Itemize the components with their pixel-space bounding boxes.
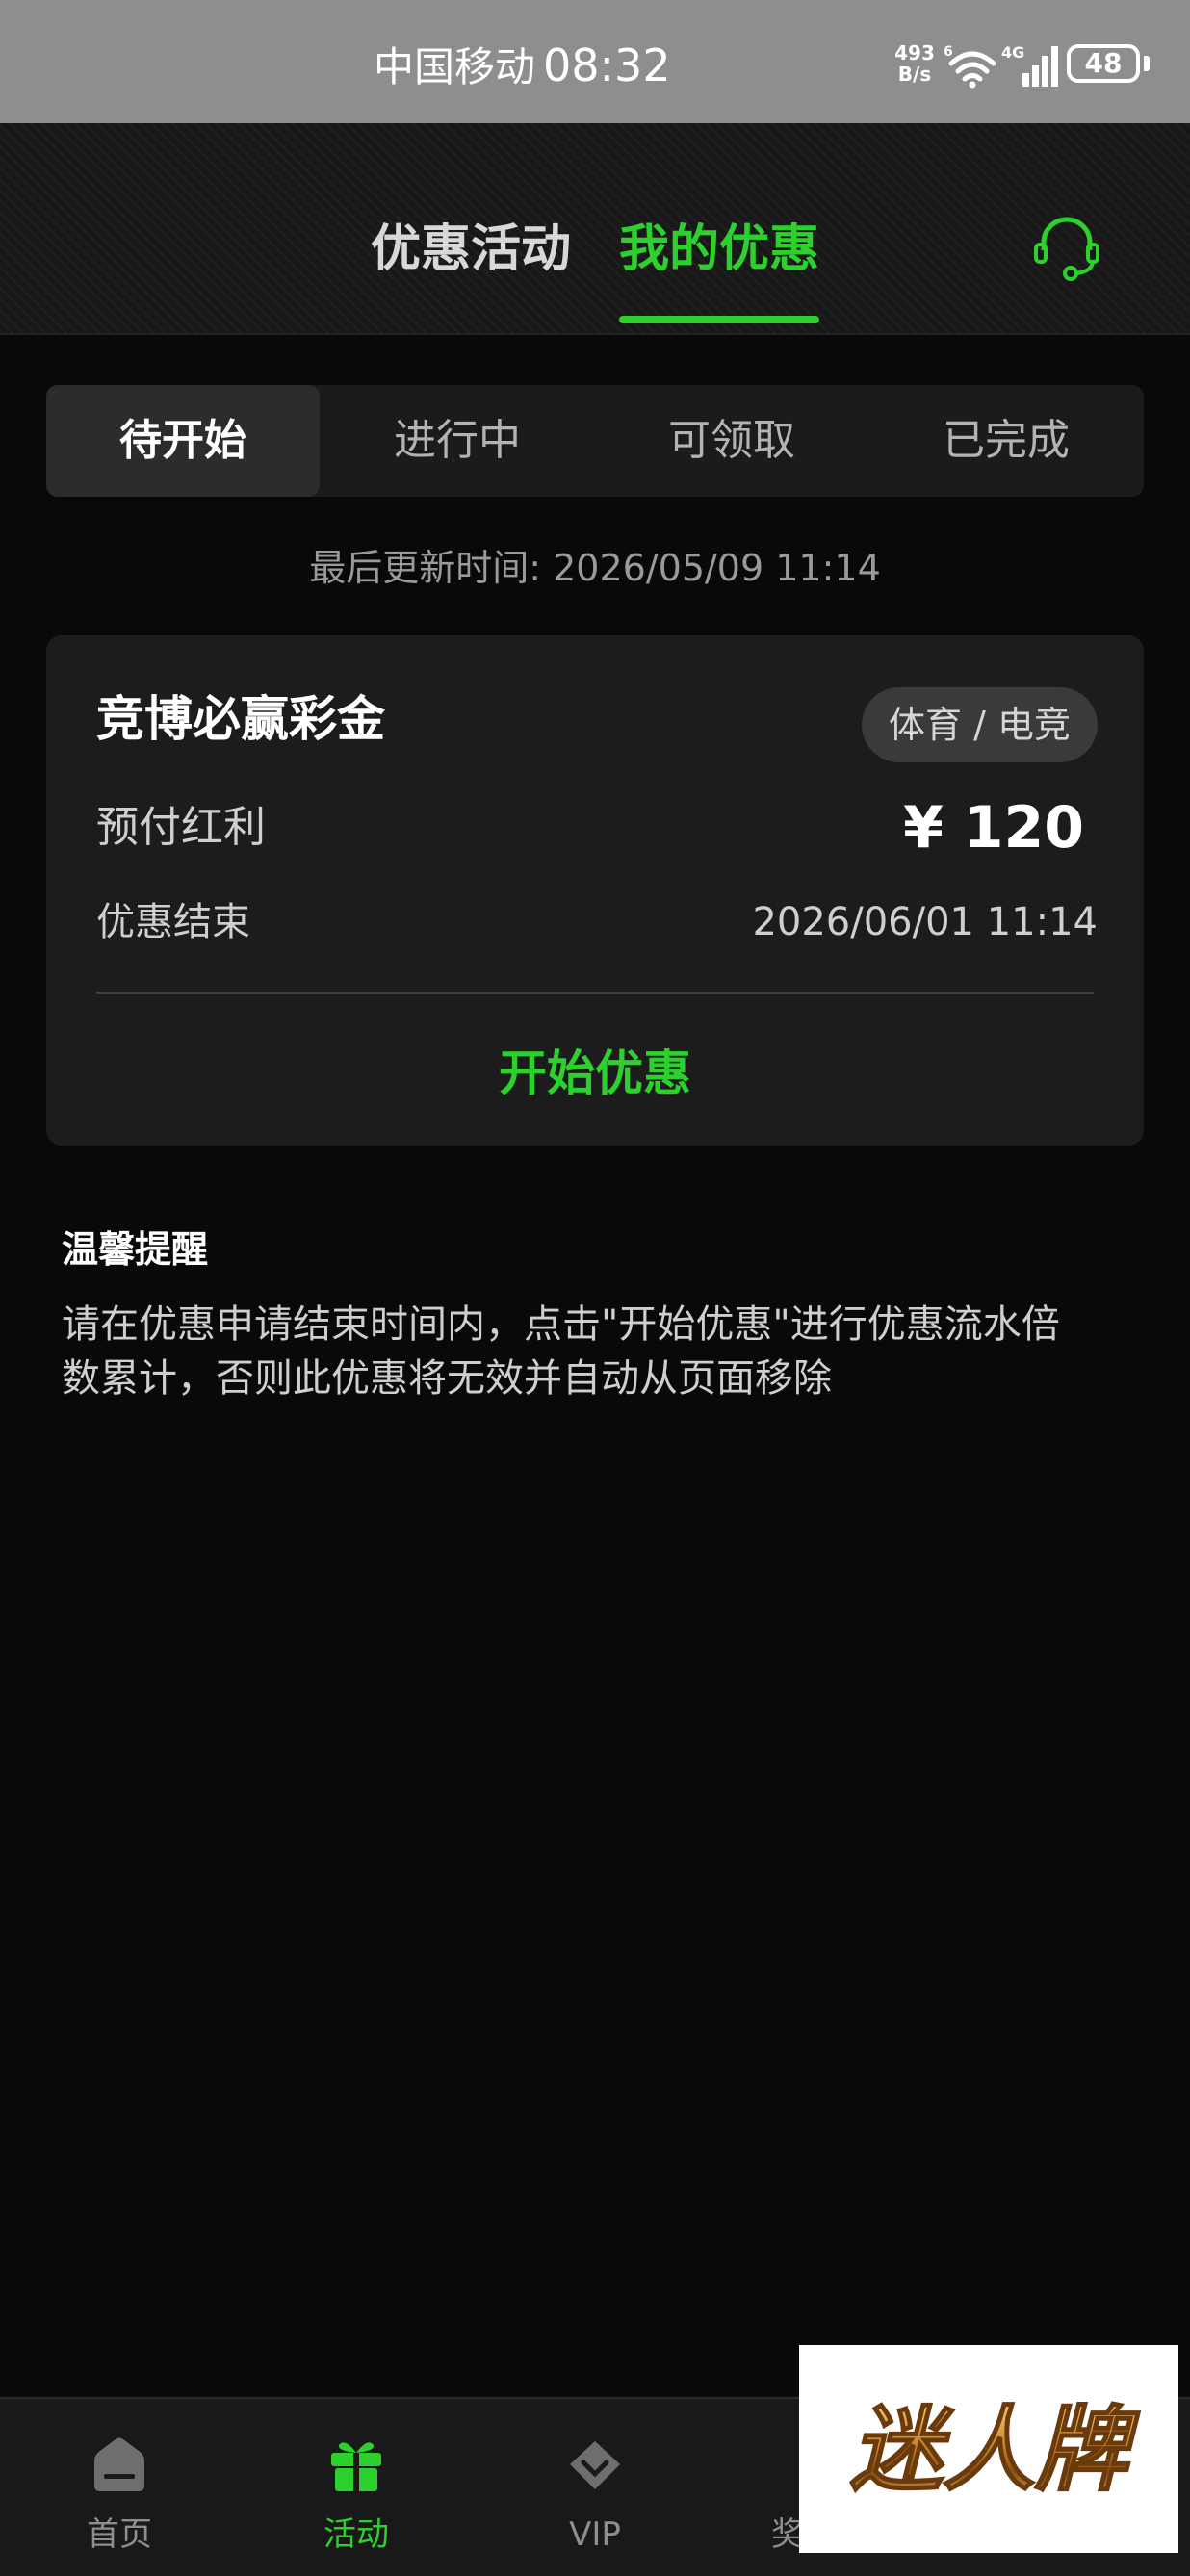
tab-claimable[interactable]: 可领取 xyxy=(595,385,868,497)
nav-activities-label: 活动 xyxy=(323,2515,389,2554)
diamond-icon xyxy=(570,2441,620,2489)
clock: 08:32 xyxy=(543,39,671,91)
net-speed-unit: B/s xyxy=(897,63,932,86)
carrier-label: 中国移动 xyxy=(374,43,536,90)
status-tabs: 待开始 进行中 可领取 已完成 xyxy=(46,385,1144,497)
reminder-text: 请在优惠申请结束时间内，点击"开始优惠"进行优惠流水倍数累计，否则此优惠将无效并… xyxy=(62,1302,1060,1401)
wifi-icon: 6 xyxy=(944,44,996,89)
gift-icon xyxy=(331,2442,381,2491)
cellular-signal-icon: 4G xyxy=(1001,43,1058,87)
tab-promotions[interactable]: 优惠活动 xyxy=(371,216,571,283)
tab-in-progress[interactable]: 进行中 xyxy=(321,385,594,497)
headset-icon[interactable] xyxy=(1028,208,1105,285)
battery-tip xyxy=(1144,56,1150,71)
start-promo-button[interactable]: 开始优惠 xyxy=(46,1020,1144,1126)
card-divider xyxy=(96,992,1094,994)
nav-home[interactable]: 首页 xyxy=(23,2399,216,2576)
watermark-logo-graphic: 迷人牌 xyxy=(849,2395,1141,2505)
nav-activities[interactable]: 活动 xyxy=(260,2399,453,2576)
tab-pending[interactable]: 待开始 xyxy=(46,385,320,497)
nav-home-label: 首页 xyxy=(87,2515,152,2554)
reminder-title: 温馨提醒 xyxy=(62,1228,209,1271)
status-bar: 中国移动 08:32 493 B/s 6 4G 48 xyxy=(0,0,1190,123)
last-update-time: 最后更新时间: 2026/05/09 11:14 xyxy=(309,547,881,589)
page-header: 优惠活动 我的优惠 xyxy=(0,123,1190,335)
tab-my-promotions[interactable]: 我的优惠 xyxy=(619,216,819,283)
promo-amount: ¥ 120 xyxy=(903,794,1084,862)
status-carrier-time: 中国移动 08:32 xyxy=(374,35,671,98)
home-icon xyxy=(94,2437,144,2491)
nav-vip-label: VIP xyxy=(569,2515,621,2554)
amount-label: 预付红利 xyxy=(96,803,266,852)
tab-completed[interactable]: 已完成 xyxy=(869,385,1143,497)
promo-card: 竞博必赢彩金 体育 / 电竞 预付红利 ¥ 120 优惠结束 2026/06/0… xyxy=(46,635,1144,1146)
promo-category-badge: 体育 / 电竞 xyxy=(862,687,1098,762)
nav-vip[interactable]: VIP xyxy=(499,2399,691,2576)
app-screen: 中国移动 08:32 493 B/s 6 4G 48 优惠活动 我的优惠 待开始… xyxy=(0,0,1190,2576)
watermark-logo: 迷人牌 xyxy=(799,2345,1178,2553)
promo-title: 竞博必赢彩金 xyxy=(96,691,385,747)
promo-end-date: 2026/06/01 11:14 xyxy=(752,900,1098,944)
svg-text:6: 6 xyxy=(944,44,953,60)
watermark-text: 迷人牌 xyxy=(850,2396,1140,2504)
battery-indicator: 48 xyxy=(1067,44,1140,83)
active-tab-indicator xyxy=(619,316,819,323)
end-label: 优惠结束 xyxy=(96,900,250,944)
network-type-label: 4G xyxy=(1001,43,1024,62)
net-speed: 493 B/s xyxy=(893,42,936,85)
net-speed-value: 493 xyxy=(894,41,935,64)
